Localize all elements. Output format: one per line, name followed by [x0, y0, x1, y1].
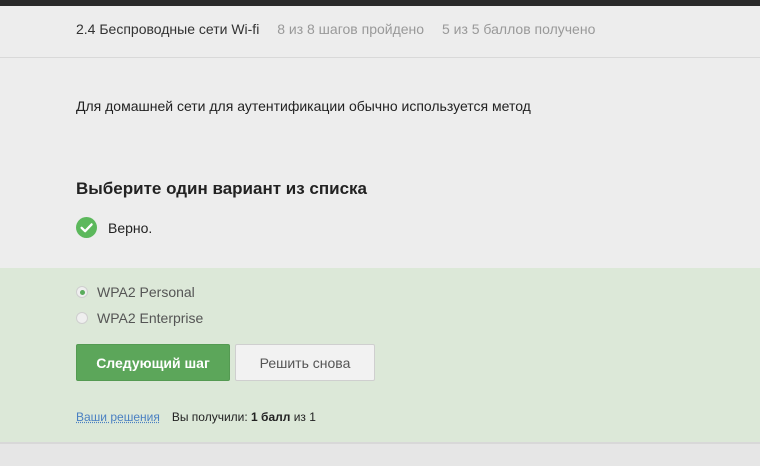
question-text: Для домашней сети для аутентификации обы… [76, 98, 531, 114]
option-wpa2-personal[interactable]: WPA2 Personal [76, 283, 195, 301]
radio-button[interactable] [76, 312, 88, 324]
footer-row: Ваши решения Вы получили: 1 балл из 1 [76, 410, 316, 424]
score-prefix: Вы получили: [171, 410, 252, 424]
result-status: Верно. [76, 217, 152, 238]
result-label: Верно. [108, 219, 153, 236]
lesson-title[interactable]: 2.4 Беспроводные сети Wi-fi [76, 21, 259, 37]
steps-progress: 8 из 8 шагов пройдено [277, 21, 425, 37]
your-solutions-link[interactable]: Ваши решения [76, 410, 160, 424]
lesson-header: 2.4 Беспроводные сети Wi-fi 8 из 8 шагов… [0, 6, 760, 58]
score-progress: 5 из 5 баллов получено [441, 21, 596, 37]
score-text: Вы получили: 1 балл из 1 [172, 410, 316, 424]
score-value: 1 балл [251, 410, 291, 424]
radio-button-selected[interactable] [76, 286, 88, 298]
bottom-strip [0, 442, 760, 466]
header-row: 2.4 Беспроводные сети Wi-fi 8 из 8 шагов… [76, 21, 595, 37]
option-label: WPA2 Personal [97, 284, 195, 300]
check-circle-icon [76, 217, 97, 238]
score-suffix: из 1 [290, 410, 316, 424]
next-step-button[interactable]: Следующий шаг [76, 344, 230, 381]
solve-again-button[interactable]: Решить снова [235, 344, 375, 381]
option-wpa2-enterprise[interactable]: WPA2 Enterprise [76, 309, 203, 327]
option-label: WPA2 Enterprise [97, 310, 204, 326]
prompt-title: Выберите один вариант из списка [76, 179, 367, 198]
